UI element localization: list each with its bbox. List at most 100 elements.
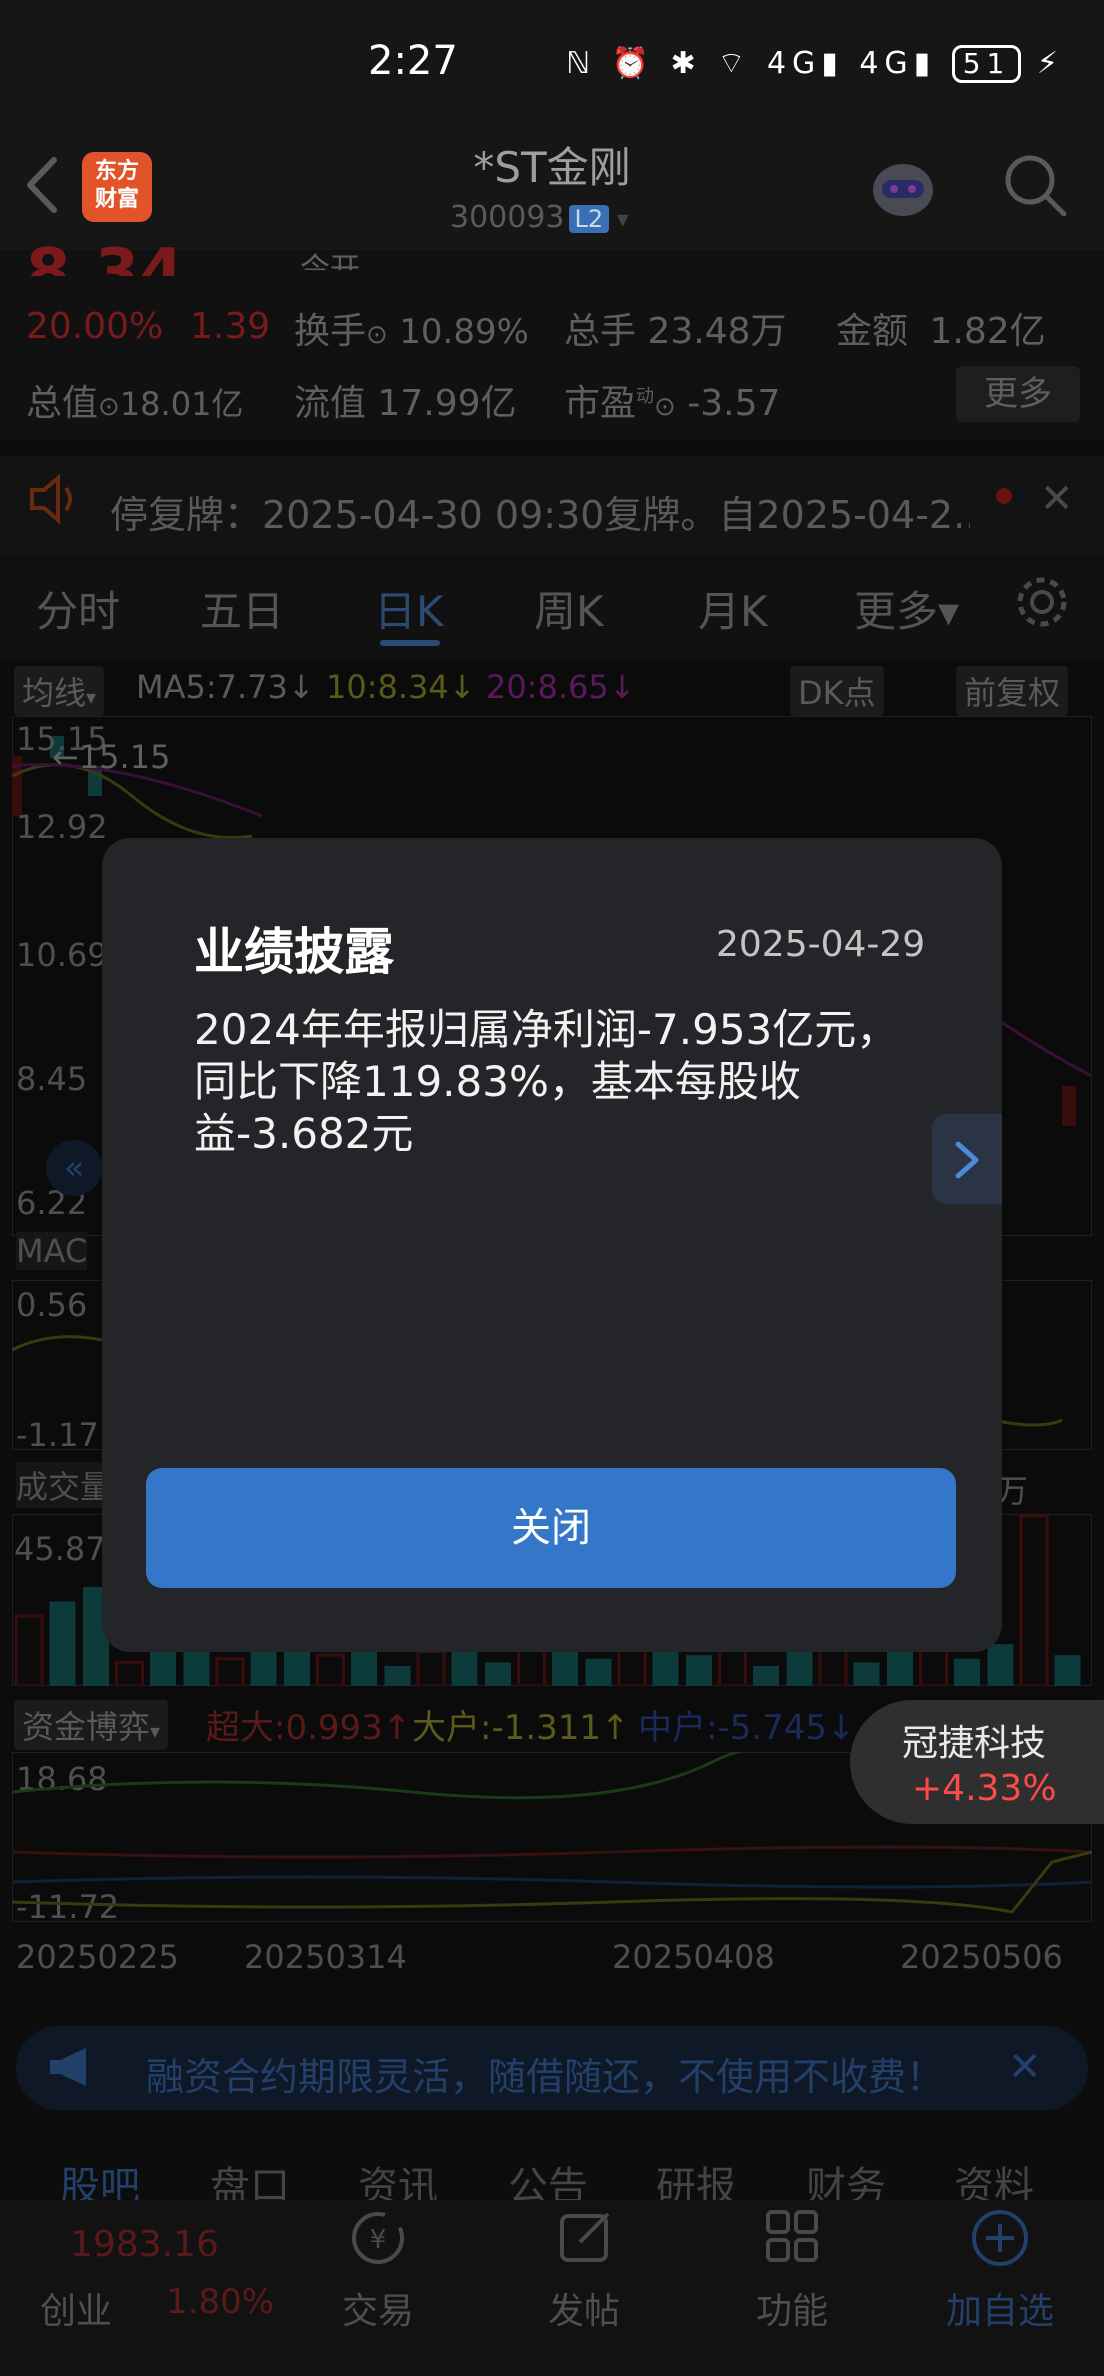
close-icon[interactable]: ✕ [1040,476,1074,522]
close-icon[interactable]: ✕ [1008,2044,1042,2090]
volume-bar [416,1649,446,1686]
volume-value: 23.48万 [647,311,787,352]
dialog-title: 业绩披露 [194,923,394,981]
index-name[interactable]: 创业 [40,2282,112,2334]
level2-badge: L2 [568,205,610,233]
float-label: 流值 [294,383,367,424]
tab-weekly-k[interactable]: 周K [534,578,604,639]
volume-bar [987,1644,1014,1686]
tab-five-day[interactable]: 五日 [200,578,284,639]
volume-bar [49,1601,76,1686]
scroll-left-icon[interactable]: « [46,1140,102,1196]
promo-text[interactable]: 融资合约期限灵活，随借随还，不使用不收费！ [146,2046,944,2101]
more-button[interactable]: 更多 [956,366,1080,422]
candle [1062,1086,1076,1126]
edit-post-icon[interactable] [556,2206,616,2266]
notice-text[interactable]: 停复牌：2025-04-30 09:30复牌。自2025-04-2... [110,484,970,539]
volume-bar [1054,1655,1081,1686]
date-label: 20250408 [612,1938,775,1976]
volume-bar [517,1646,546,1686]
stock-title[interactable]: *ST金刚 [0,134,1104,195]
chevron-down-icon: ▾ [86,685,97,709]
fund-selector[interactable]: 资金博弈▾ [14,1700,169,1750]
pe-label: 市盈 [564,383,637,424]
fund-line [12,1845,1092,1859]
nav-post[interactable]: 发帖 [548,2282,620,2334]
search-icon[interactable] [1000,150,1070,220]
dk-point-button[interactable]: DK点 [790,666,884,716]
dialog-date: 2025-04-29 [716,924,926,965]
pe-value: -3.57 [687,383,781,424]
fund-super: 超大:0.993↑ [206,1708,412,1748]
status-icons: ℕ ⏰ ✱ ⌔ 4G▮ 4G▮ 51 ⚡ [566,44,1064,83]
tab-monthly-k[interactable]: 月K [698,578,768,639]
add-watchlist-icon[interactable] [968,2206,1032,2270]
amount-label: 金额 [836,311,909,352]
ma-line [991,1014,1092,1078]
mktcap-value: 18.01亿 [119,385,244,423]
active-tab-indicator [380,640,440,646]
volume-label: 总手 [564,311,637,352]
nav-functions[interactable]: 功能 [756,2282,828,2334]
stock-code-text: 300093 [450,200,565,235]
tab-intraday[interactable]: 分时 [36,578,120,639]
floating-stock-name[interactable]: 冠捷科技 [902,1714,1046,1766]
amount-value: 1.82亿 [929,311,1046,352]
float-value: 17.99亿 [377,383,517,424]
volume-bar [887,1647,913,1686]
ma10-value: 10:8.34↓ [326,668,476,706]
info-icon[interactable]: ⊙ [654,392,676,422]
mktcap-label: 总值 [26,383,99,424]
dialog-body: 2024年年报归属净利润-7.953亿元，同比下降119.83%，基本每股收益-… [194,1005,899,1158]
next-page-button[interactable] [932,1114,1002,1204]
price-level: 10.69 [16,936,108,974]
fund-line [12,1850,1092,1914]
volume-bar [1019,1514,1049,1686]
nav-add-watchlist[interactable]: 加自选 [946,2282,1054,2334]
charging-icon: ⚡ [1036,46,1064,81]
chevron-right-icon [955,1141,979,1179]
volume: 总手 23.48万 [564,302,787,354]
macd-label[interactable]: MAC [16,1232,88,1270]
adjust-selector[interactable]: 前复权 [956,666,1069,716]
change-abs: 1.39 [190,306,271,347]
unread-dot [996,488,1012,504]
speaker-icon [30,474,72,524]
info-icon[interactable]: ⊙ [98,392,120,422]
grid-functions-icon[interactable] [762,2206,822,2266]
date-label: 20250225 [16,1938,179,1976]
price-level: 12.92 [16,808,108,846]
turnover-label: 换手 [294,311,367,352]
tab-daily-k[interactable]: 日K [374,578,444,639]
macd-line [991,1418,1063,1427]
signal-icons: ℕ ⏰ ✱ ⌔ 4G▮ 4G▮ [566,46,937,81]
battery-level: 51 [962,47,1011,80]
robot-assistant-icon[interactable] [868,150,938,230]
megaphone-icon [50,2048,86,2086]
volume-bar [585,1658,612,1686]
stock-code[interactable]: 300093 L2 ▾ [450,200,629,235]
current-price: 8.34 [26,236,184,276]
status-time: 2:27 [368,38,458,84]
index-change: 1.80% [166,2282,275,2322]
close-button[interactable]: 关闭 [146,1468,956,1588]
index-value[interactable]: 1983.16 [70,2224,219,2265]
info-icon[interactable]: ⊙ [366,320,388,350]
fund-line [12,1875,1092,1889]
trade-icon[interactable]: ¥ [346,2206,410,2270]
nav-trade[interactable]: 交易 [342,2282,414,2334]
ma5-value: MA5:7.73↓ [136,668,315,706]
ma20-value: 20:8.65↓ [486,668,636,706]
ma-selector[interactable]: 均线▾ [14,666,105,716]
battery-icon: 51 [951,45,1022,83]
volume-bar [853,1662,880,1686]
volume-label[interactable]: 成交量 [16,1462,113,1508]
floating-stock-change: +4.33% [912,1768,1057,1809]
quote-partial-row: 今开 [300,244,360,270]
macd-line [12,1335,103,1352]
chevron-down-icon: ▾ [150,1719,161,1743]
gear-icon[interactable] [1014,574,1070,630]
volume-bar [14,1614,44,1686]
tab-more[interactable]: 更多▾ [854,578,959,639]
pe-sup: 动 [636,386,655,407]
